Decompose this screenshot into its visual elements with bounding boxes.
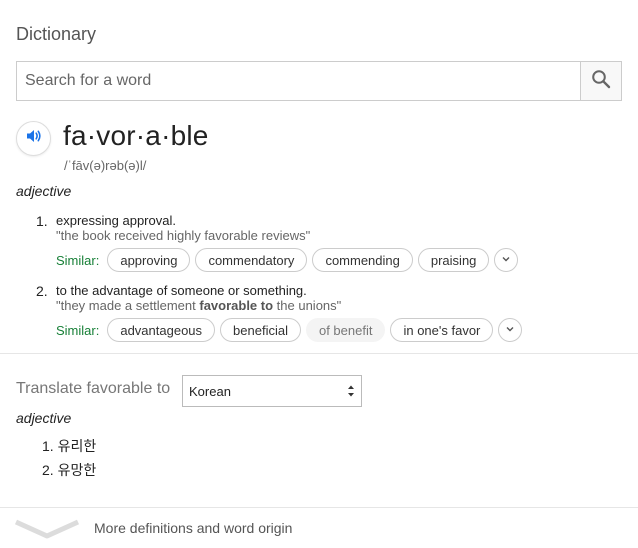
chevron-down-icon	[14, 516, 80, 545]
search-box	[16, 61, 622, 101]
similar-chip[interactable]: advantageous	[107, 318, 216, 342]
translate-label: Translate favorable to	[16, 380, 171, 397]
similar-chip[interactable]: in one's favor	[390, 318, 494, 342]
chevron-down-icon	[505, 321, 515, 339]
similar-chip: of benefit	[305, 318, 386, 342]
expand-similar-button[interactable]	[494, 248, 519, 272]
headword: fa·vor·a·ble	[63, 120, 209, 151]
similar-chip[interactable]: commending	[312, 248, 413, 272]
language-selected: Korean	[189, 383, 231, 399]
translation-number: 2.	[42, 462, 54, 478]
sense-definition: to the advantage of someone or something…	[56, 283, 307, 298]
more-definitions-label: More definitions and word origin	[94, 520, 293, 536]
speaker-icon	[25, 127, 43, 150]
translation-number: 1.	[42, 438, 54, 454]
search-input[interactable]	[17, 62, 580, 100]
translation-text: 유리한	[57, 438, 97, 454]
pronunciation-button[interactable]	[16, 121, 51, 156]
similar-chip[interactable]: commendatory	[195, 248, 308, 272]
sense-number: 1.	[36, 213, 48, 229]
example-text: "they made a settlement	[56, 298, 200, 313]
sense-number: 2.	[36, 283, 48, 299]
phonetic: /ˈfāv(ə)rəb(ə)l/	[64, 158, 147, 173]
search-button[interactable]	[580, 62, 621, 100]
part-of-speech: adjective	[16, 183, 72, 199]
translation-text: 유망한	[57, 462, 97, 478]
card-title: Dictionary	[16, 24, 97, 44]
sense-example: "the book received highly favorable revi…	[56, 228, 311, 243]
example-text: the unions"	[273, 298, 342, 313]
similar-label: Similar:	[56, 252, 100, 268]
sense-example: "they made a settlement favorable to the…	[56, 298, 341, 313]
translation-item: 1. 유리한	[42, 436, 96, 456]
sense-definition: expressing approval.	[56, 213, 176, 228]
translation-item: 2. 유망한	[42, 460, 96, 480]
chevron-down-icon	[501, 251, 511, 269]
similar-label: Similar:	[56, 322, 100, 338]
example-highlight: favorable to	[199, 298, 274, 313]
search-icon	[591, 69, 611, 94]
similar-chip[interactable]: approving	[107, 248, 191, 272]
more-definitions-link[interactable]: More definitions and word origin	[0, 508, 638, 548]
similar-row: Similar: advantageous beneficial of bene…	[56, 318, 523, 342]
translate-part-of-speech: adjective	[16, 410, 72, 426]
section-divider	[0, 353, 638, 354]
similar-chip[interactable]: beneficial	[220, 318, 301, 342]
similar-row: Similar: approving commendatory commendi…	[56, 248, 519, 272]
language-select[interactable]: Korean	[182, 375, 362, 407]
select-arrows-icon	[347, 383, 355, 399]
expand-similar-button[interactable]	[498, 318, 523, 342]
similar-chip[interactable]: praising	[417, 248, 490, 272]
dictionary-card: Dictionary fa·vor·a·ble /ˈfāv(ə)rəb(ə)l/…	[0, 0, 638, 548]
